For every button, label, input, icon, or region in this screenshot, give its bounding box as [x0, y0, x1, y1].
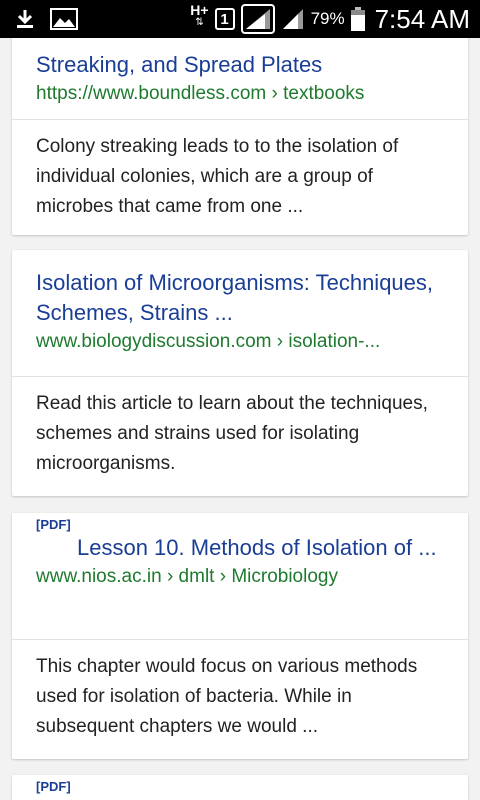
result-title-link[interactable]: Lesson 10. Methods of Isolation of ...: [36, 533, 444, 563]
result-url: www.nios.ac.in › dmlt › Microbiology: [36, 566, 338, 587]
download-icon: [14, 8, 36, 30]
pdf-tag: [PDF]: [36, 779, 71, 794]
clock: 7:54 AM: [374, 3, 470, 34]
result-card[interactable]: Streaking, and Spread Plates https://www…: [12, 38, 468, 235]
network-arrows-icon: ⇅: [195, 17, 204, 28]
result-card[interactable]: [PDF]: [12, 775, 468, 800]
result-snippet: This chapter would focus on various meth…: [36, 656, 418, 737]
battery-icon: [350, 7, 365, 31]
pdf-tag: [PDF]: [36, 517, 71, 532]
battery-percent: 79%: [310, 9, 345, 28]
result-url: www.biologydiscussion.com › isolation-..…: [36, 331, 381, 352]
result-card[interactable]: Isolation of Microorganisms: Techniques,…: [12, 250, 468, 496]
signal-icon: [240, 4, 275, 34]
network-type-indicator: H+ ⇅: [190, 2, 209, 28]
result-snippet: Colony streaking leads to to the isolati…: [36, 136, 399, 217]
result-snippet: Read this article to learn about the tec…: [36, 393, 428, 474]
status-bar: H+ ⇅ 1 79% 7:54 AM: [0, 0, 480, 38]
signal-icon-secondary: [281, 7, 305, 31]
sim-slot-badge: 1: [214, 8, 235, 30]
result-card[interactable]: [PDF] Lesson 10. Methods of Isolation of…: [12, 513, 468, 759]
result-title-link[interactable]: Streaking, and Spread Plates: [36, 50, 444, 80]
search-results: Streaking, and Spread Plates https://www…: [0, 38, 480, 800]
image-icon: [50, 8, 78, 30]
result-title-link[interactable]: Isolation of Microorganisms: Techniques,…: [36, 268, 444, 328]
result-url: https://www.boundless.com › textbooks: [36, 83, 365, 104]
